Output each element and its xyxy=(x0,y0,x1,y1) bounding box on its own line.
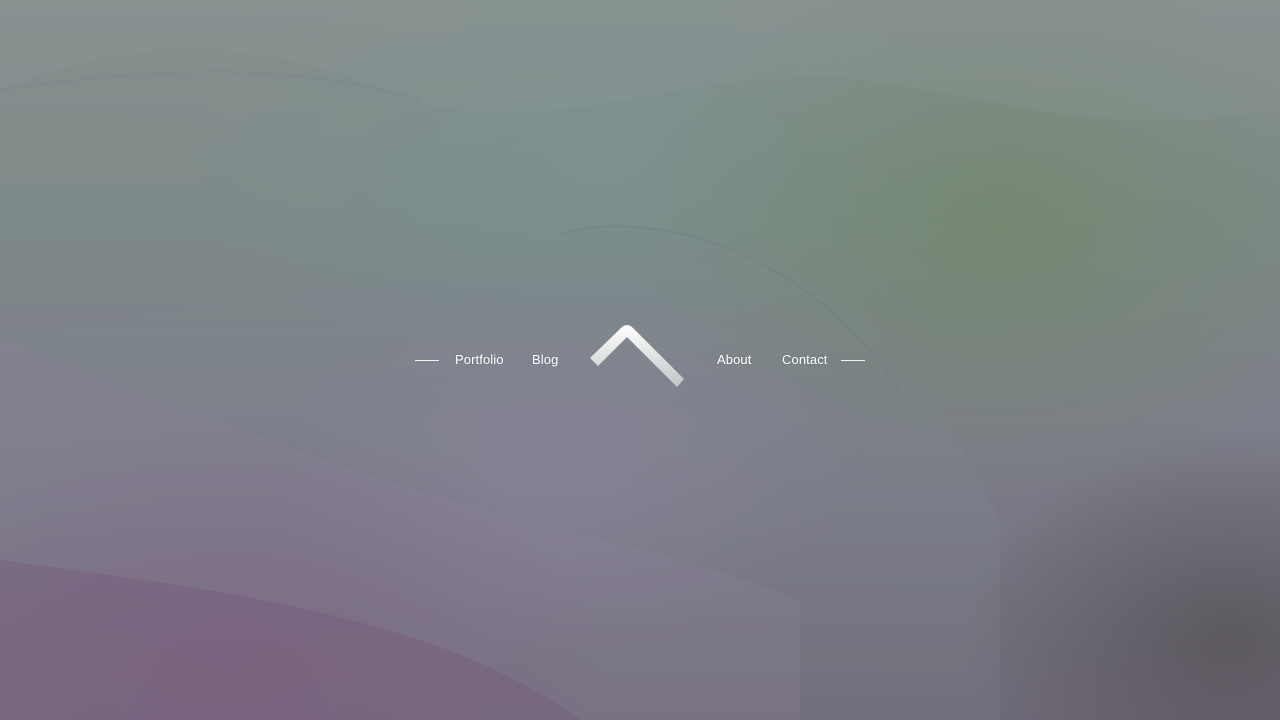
chevron-up-logo-icon[interactable] xyxy=(584,320,690,396)
nav-link-about[interactable]: About xyxy=(717,352,751,368)
logo-chevron-svg xyxy=(590,325,684,387)
main-navigation: Portfolio Blog About Contact xyxy=(0,0,1280,720)
nav-link-contact[interactable]: Contact xyxy=(782,352,828,368)
nav-link-portfolio[interactable]: Portfolio xyxy=(455,352,504,368)
nav-link-blog[interactable]: Blog xyxy=(532,352,558,368)
nav-right-divider-line xyxy=(841,360,865,361)
nav-left-divider-line xyxy=(415,360,439,361)
logo-chevron-shape xyxy=(590,325,684,387)
